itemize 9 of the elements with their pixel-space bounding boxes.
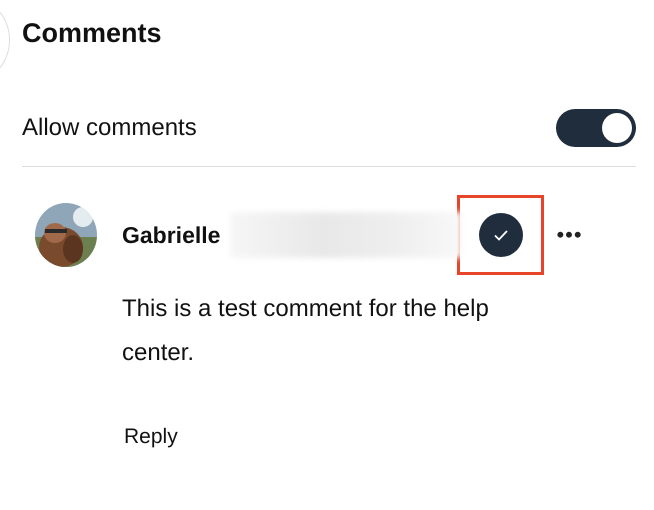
author-name: Gabrielle	[122, 222, 220, 248]
resolve-button[interactable]	[478, 213, 523, 257]
reply-button[interactable]: Reply	[124, 425, 178, 449]
more-button[interactable]: •••	[556, 222, 583, 248]
allow-comments-label: Allow comments	[22, 114, 197, 142]
comment-text: This is a test comment for the help center.	[122, 294, 490, 368]
toggle-switch[interactable]	[556, 109, 636, 147]
check-icon	[492, 229, 509, 241]
panel-title: Comments	[22, 17, 162, 50]
